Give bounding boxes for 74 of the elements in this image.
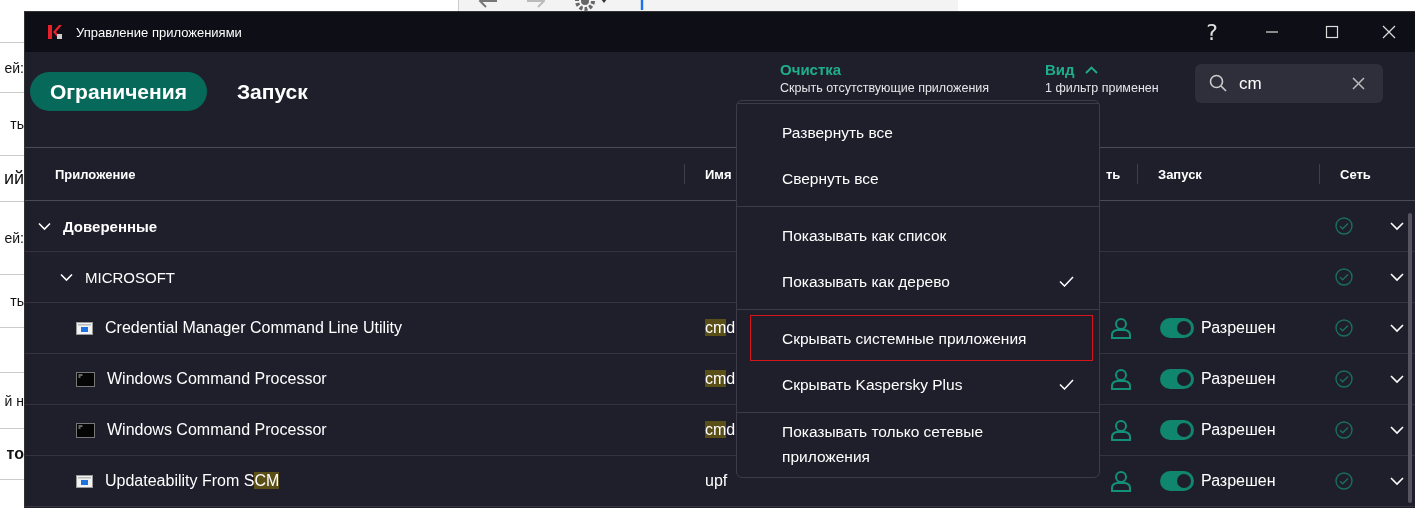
user-icon xyxy=(1110,368,1132,390)
launch-status: Разрешен xyxy=(1201,421,1276,439)
cleanup-subtitle: Скрыть отсутствующие приложения xyxy=(780,81,991,95)
launch-status: Разрешен xyxy=(1201,472,1276,490)
column-header[interactable]: Запуск xyxy=(1138,166,1202,182)
background-text: й н xyxy=(4,392,24,409)
menu-item[interactable]: Развернуть все xyxy=(750,109,1093,155)
tab[interactable]: Запуск xyxy=(218,72,326,111)
window-title: Управление приложениями xyxy=(76,24,243,40)
file-name: cmd xyxy=(705,421,736,438)
toggle-switch[interactable] xyxy=(1160,369,1194,389)
menu-item[interactable]: Свернуть все xyxy=(750,155,1093,201)
background-text: ей: xyxy=(4,59,24,76)
app-name: Windows Command Processor xyxy=(107,421,327,439)
background-text: ей: xyxy=(4,230,24,246)
launch-status: Разрешен xyxy=(1201,319,1276,337)
background-text: ть xyxy=(10,116,24,132)
window-icon xyxy=(76,474,93,488)
expand-chevron-icon[interactable] xyxy=(1390,221,1404,231)
chevron-down-icon[interactable] xyxy=(38,221,51,231)
background-text: то xyxy=(6,445,24,463)
user-icon xyxy=(1110,470,1132,492)
file-name: upf xyxy=(705,472,728,489)
toggle-switch[interactable] xyxy=(1160,420,1194,440)
maximize-icon[interactable] xyxy=(1325,25,1339,39)
background-text: ий xyxy=(3,168,24,189)
cleanup-link[interactable]: Очистка xyxy=(780,61,842,78)
expand-chevron-icon[interactable] xyxy=(1390,374,1404,384)
user-icon xyxy=(1110,419,1132,441)
menu-item[interactable]: Показывать как дерево xyxy=(750,258,1093,304)
app-logo-icon xyxy=(47,24,63,40)
console-icon xyxy=(76,422,95,438)
column-header[interactable]: Сеть xyxy=(1320,166,1371,182)
check-circle-icon xyxy=(1335,268,1353,286)
search-field[interactable]: cm xyxy=(1195,64,1383,103)
clear-icon[interactable] xyxy=(1352,77,1365,90)
chevron-up-icon[interactable] xyxy=(1084,65,1098,74)
window-icon xyxy=(76,321,93,335)
background-text: ть xyxy=(10,293,24,309)
menu-item[interactable]: Скрывать Kaspersky Plus xyxy=(750,361,1093,407)
menu-item[interactable]: Показывать только сетевые приложения xyxy=(750,418,1093,470)
expand-chevron-icon[interactable] xyxy=(1390,272,1404,282)
tab[interactable]: Ограничения xyxy=(30,72,207,111)
app-name: Credential Manager Command Line Utility xyxy=(105,319,403,337)
app-name: Updateability From SCM xyxy=(105,472,280,490)
console-icon xyxy=(76,371,95,387)
close-icon[interactable] xyxy=(1381,25,1396,39)
column-header[interactable]: Приложение xyxy=(25,166,136,182)
check-circle-icon xyxy=(1335,319,1353,337)
toggle-switch[interactable] xyxy=(1160,318,1194,338)
check-circle-icon xyxy=(1335,217,1353,235)
check-circle-icon xyxy=(1335,421,1353,439)
scrollbar[interactable] xyxy=(1408,213,1412,503)
launch-status: Разрешен xyxy=(1201,370,1276,388)
expand-chevron-icon[interactable] xyxy=(1390,323,1404,333)
vendor-name: MICROSOFT xyxy=(85,268,175,286)
group-name: Доверенные xyxy=(63,217,158,235)
menu-item[interactable]: Скрывать системные приложения xyxy=(750,315,1093,361)
filter-status: 1 фильтр применен xyxy=(1045,81,1160,95)
view-link[interactable]: Вид xyxy=(1045,61,1075,78)
expand-chevron-icon[interactable] xyxy=(1390,425,1404,435)
file-name: cmd xyxy=(705,319,736,336)
toggle-switch[interactable] xyxy=(1160,471,1194,491)
check-circle-icon xyxy=(1335,472,1353,490)
help-button[interactable]: ? xyxy=(1182,12,1242,52)
user-icon xyxy=(1110,317,1132,339)
expand-chevron-icon[interactable] xyxy=(1390,476,1404,486)
chevron-down-icon[interactable] xyxy=(60,272,73,282)
search-icon xyxy=(1209,74,1227,92)
file-name: cmd xyxy=(705,370,736,387)
check-circle-icon xyxy=(1335,370,1353,388)
menu-item[interactable]: Показывать как список xyxy=(750,212,1093,258)
app-name: Windows Command Processor xyxy=(107,370,327,388)
column-header[interactable]: Имя xyxy=(685,166,732,182)
